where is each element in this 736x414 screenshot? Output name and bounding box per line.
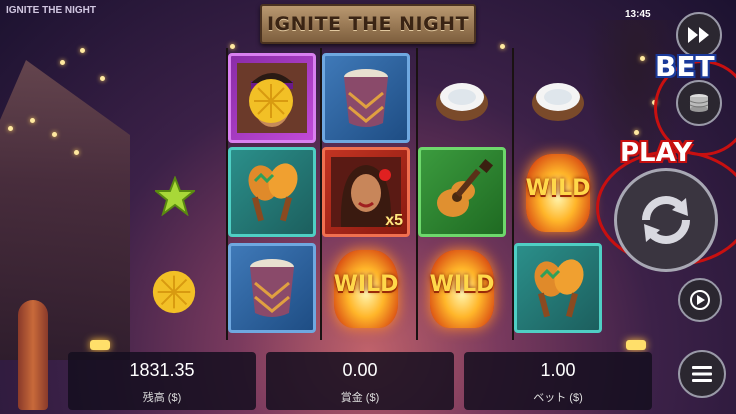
starfruit-icon <box>153 175 197 217</box>
balance-panel: 1831.35 残高 ($) <box>68 352 256 410</box>
wild-lantern-symbol: WILD <box>324 246 408 330</box>
coconut-icon <box>532 83 584 121</box>
spin-button[interactable] <box>614 168 718 272</box>
reel-cell <box>228 243 316 333</box>
maracas-icon <box>534 259 584 318</box>
reel-cell <box>418 54 506 142</box>
drum-symbol <box>322 53 410 143</box>
bet-value: 1.00 <box>540 360 576 380</box>
multiplier-badge: x5 <box>385 212 403 229</box>
reel-cell <box>228 147 316 237</box>
app-name: IGNITE THE NIGHT <box>6 5 96 16</box>
reel-cell: WILD <box>514 148 602 236</box>
pineapple-symbol <box>246 76 296 131</box>
autoplay-button[interactable] <box>678 278 722 322</box>
reel-2: x5 WILD <box>320 48 420 340</box>
fast-forward-icon <box>688 27 709 43</box>
drum-symbol <box>228 243 316 333</box>
wild-lantern-symbol: WILD <box>516 150 600 234</box>
guitar-symbol <box>418 147 506 237</box>
spin-icon <box>642 196 690 244</box>
bet-panel[interactable]: 1.00 ベット ($) <box>464 352 652 410</box>
lamp-icon <box>626 340 646 350</box>
balance-label: 残高 ($) <box>142 392 182 404</box>
reel-cell <box>514 54 602 142</box>
reel-cell: x5 <box>322 147 410 237</box>
wild-lantern-symbol: WILD <box>420 246 504 330</box>
maracas-icon <box>248 163 298 222</box>
drum-icon <box>250 259 294 317</box>
menu-icon <box>692 366 712 382</box>
pineapple-symbol <box>150 268 198 321</box>
reel-3: WILD <box>416 48 516 340</box>
lamp-icon <box>90 340 110 350</box>
game-title: IGNITE THE NIGHT <box>266 13 470 35</box>
reel-cell <box>322 53 410 143</box>
guitar-icon <box>437 158 494 217</box>
wild-label: WILD <box>525 176 591 201</box>
bet-coins-button[interactable] <box>676 80 722 126</box>
reel-cell <box>418 147 506 237</box>
coin-stack-icon <box>689 94 709 112</box>
win-panel: 0.00 賞金 ($) <box>266 352 454 410</box>
drum-icon <box>344 69 388 127</box>
menu-button[interactable] <box>678 350 726 398</box>
bet-label: ベット ($) <box>533 392 583 404</box>
game-title-sign: IGNITE THE NIGHT <box>260 4 476 44</box>
wild-label: WILD <box>333 272 399 297</box>
woman-portrait-symbol: x5 <box>322 147 410 237</box>
pineapple-icon <box>249 79 293 123</box>
play-overlay-label: PLAY <box>620 138 693 168</box>
bet-overlay-label: BET <box>655 50 715 83</box>
win-label: 賞金 ($) <box>340 392 380 404</box>
reel-cell: WILD <box>418 244 506 332</box>
starfruit-symbol <box>153 175 197 221</box>
pineapple-icon <box>152 270 196 314</box>
reel-cell: WILD <box>322 244 410 332</box>
wild-label: WILD <box>429 272 495 297</box>
coconut-icon <box>436 83 488 121</box>
win-value: 0.00 <box>342 360 378 380</box>
balance-value: 1831.35 <box>129 360 195 380</box>
surfboard <box>18 300 48 410</box>
maracas-symbol <box>514 243 602 333</box>
clock: 13:45 <box>625 9 651 20</box>
maracas-symbol <box>228 147 316 237</box>
play-icon <box>690 290 710 310</box>
reel-cell <box>514 243 602 333</box>
